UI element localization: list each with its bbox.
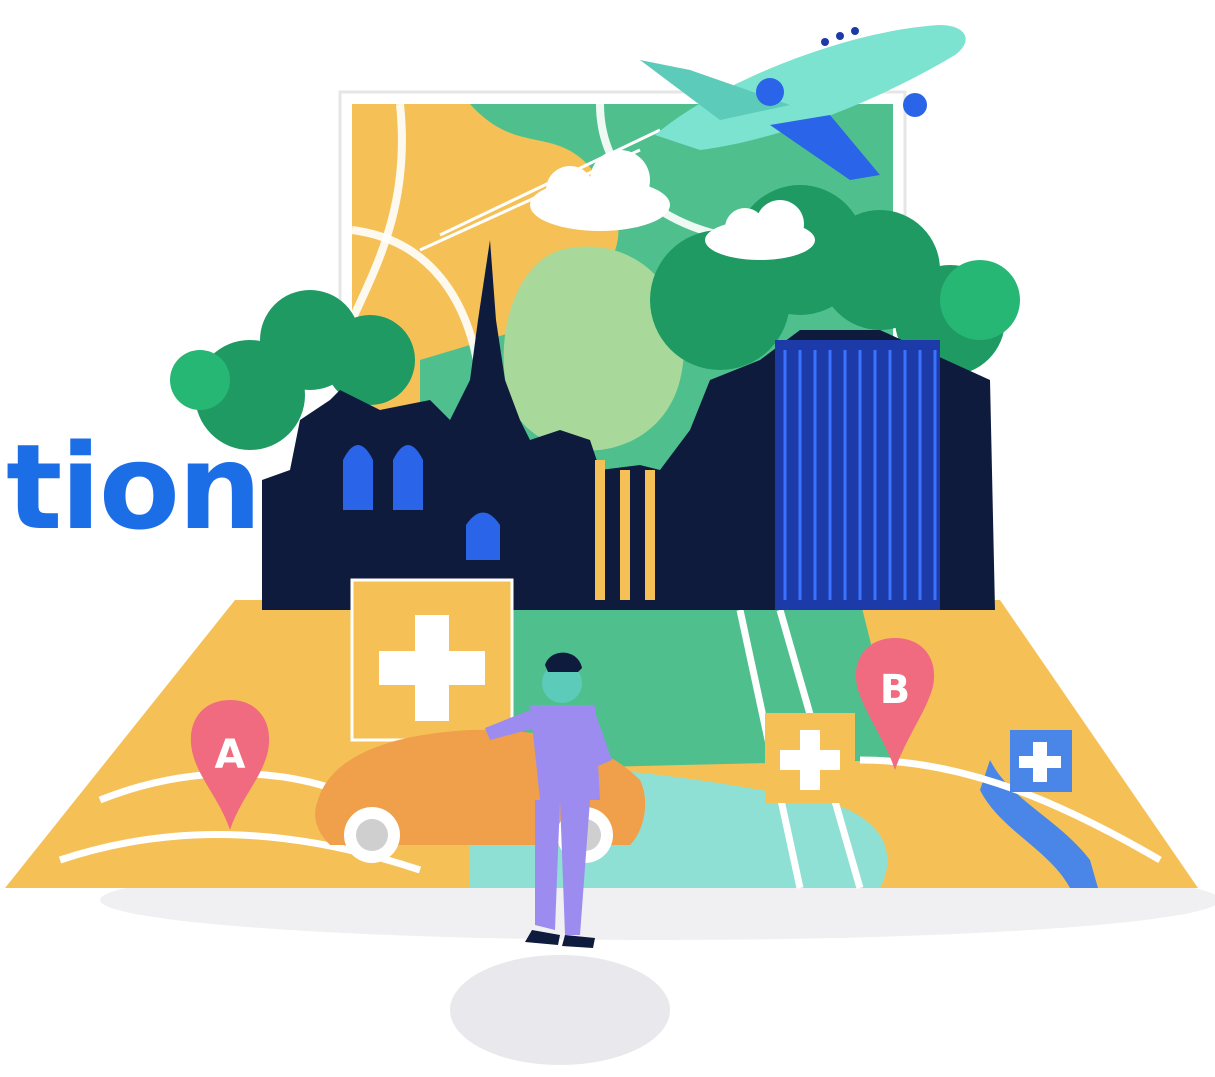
pin-b-label: B [880, 667, 911, 713]
pin-a-label: A [215, 732, 246, 778]
person-shadow [450, 955, 670, 1065]
city-map-illustration: A B [5, 25, 1215, 1065]
ruins-columns [595, 460, 655, 600]
building-icon [775, 340, 940, 610]
